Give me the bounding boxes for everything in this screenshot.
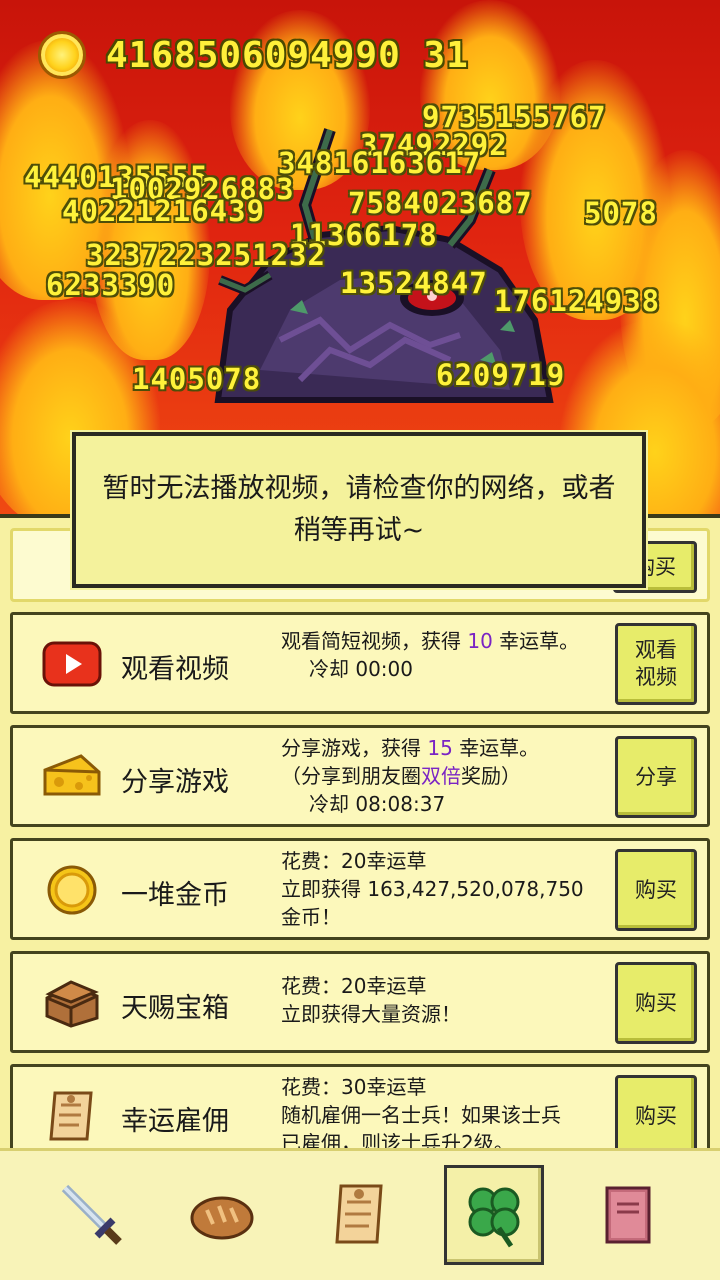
gold-amount: 4168506094990 31 [106, 34, 469, 76]
buy-hire-button[interactable]: 购买 [615, 1075, 697, 1154]
damage-number: 13524847 [340, 266, 488, 300]
damage-number: 40221216439 [62, 194, 266, 228]
desc-text: 幸运草。 [492, 629, 580, 653]
cost-text: 花费：20幸运草 [281, 974, 427, 998]
shop-item-watch-video: 观看视频 观看简短视频，获得 10 幸运草。 冷却 00:00 观看视频 [10, 612, 710, 714]
reward-amount: 10 [467, 629, 493, 653]
desc-text: 奖励） [461, 764, 521, 788]
reward-text: 立即获得大量资源！ [281, 1002, 461, 1026]
cost-text: 花费：20幸运草 [281, 849, 427, 873]
damage-number: 6209719 [436, 358, 566, 392]
book-icon [605, 1186, 651, 1244]
gold-counter: 4168506094990 31 [38, 30, 469, 80]
network-error-dialog[interactable]: 暂时无法播放视频，请检查你的网络，或者稍等再试~ [72, 432, 646, 588]
damage-number: 176124938 [494, 284, 661, 318]
shop-panel: 购买 观看视频 观看简短视频，获得 10 幸运草。 冷却 00:00 观看视频 … [0, 514, 720, 1154]
reward-text: 随机雇佣一名士兵！如果该士兵 [281, 1103, 561, 1127]
damage-number: 6233390 [46, 268, 176, 302]
damage-number: 7584023687 [348, 186, 533, 220]
dialog-message: 暂时无法播放视频，请检查你的网络，或者稍等再试~ [102, 473, 616, 546]
reward-amount: 15 [427, 736, 453, 760]
damage-number: 5078 [584, 196, 658, 230]
item-title: 分享游戏 [121, 767, 229, 798]
nav-tab-lucky-clover[interactable] [444, 1165, 544, 1265]
cooldown-text: 冷却 08:08:37 [309, 792, 446, 816]
nav-tab-hire[interactable] [310, 1165, 410, 1265]
cheese-icon [43, 754, 101, 796]
desc-text: 分享游戏，获得 [281, 736, 428, 760]
damage-number: 3237223251232 [86, 238, 326, 272]
bottom-nav [0, 1148, 720, 1280]
shop-item-lucky-hire: 幸运雇佣 花费：30幸运草 随机雇佣一名士兵！如果该士兵 已雇佣，则该士兵升2级… [10, 1064, 710, 1154]
item-title: 天赐宝箱 [121, 993, 229, 1024]
bread-icon [190, 1196, 254, 1240]
shop-item-gold-pile: 一堆金币 花费：20幸运草 立即获得 163,427,520,078,750 金… [10, 838, 710, 940]
buy-gold-button[interactable]: 购买 [615, 849, 697, 931]
item-description: 花费：20幸运草 立即获得 163,427,520,078,750 金币！ [281, 847, 621, 931]
item-title: 幸运雇佣 [121, 1106, 229, 1137]
gold-coin-icon [38, 31, 86, 79]
item-description: 观看简短视频，获得 10 幸运草。 冷却 00:00 [281, 627, 621, 683]
nav-tab-food[interactable] [172, 1165, 272, 1265]
desc-text: 幸运草。 [452, 736, 540, 760]
scroll-icon [335, 1184, 383, 1244]
treasure-chest-icon [45, 980, 99, 1028]
button-label: 观看视频 [635, 638, 677, 689]
video-play-icon [42, 641, 102, 687]
sword-icon [61, 1184, 122, 1245]
item-title: 观看视频 [121, 654, 229, 685]
shop-item-treasure-chest: 天赐宝箱 花费：20幸运草 立即获得大量资源！ 购买 [10, 951, 710, 1053]
item-title: 一堆金币 [121, 880, 229, 911]
cost-text: 花费：30幸运草 [281, 1075, 427, 1099]
reward-text: 立即获得 163,427,520,078,750 [281, 877, 584, 901]
item-description: 花费：30幸运草 随机雇佣一名士兵！如果该士兵 已雇佣，则该士兵升2级。 [281, 1073, 621, 1154]
gold-coin-icon [47, 865, 97, 915]
nav-tab-battle[interactable] [42, 1165, 142, 1265]
damage-number: 34816163617 [278, 146, 482, 180]
double-reward-text: 双倍 [421, 764, 461, 788]
share-button[interactable]: 分享 [615, 736, 697, 818]
cooldown-text: 冷却 00:00 [309, 657, 413, 681]
buy-chest-button[interactable]: 购买 [615, 962, 697, 1044]
desc-text: （分享到朋友圈 [281, 764, 421, 788]
reward-text: 金币！ [281, 905, 341, 929]
scroll-icon [49, 1091, 93, 1141]
watch-video-button[interactable]: 观看视频 [615, 623, 697, 705]
desc-text: 观看简短视频，获得 [281, 629, 468, 653]
damage-number: 1405078 [132, 362, 262, 396]
nav-tab-book[interactable] [578, 1165, 678, 1265]
shop-item-share-game: 分享游戏 分享游戏，获得 15 幸运草。 （分享到朋友圈双倍奖励） 冷却 08:… [10, 725, 710, 827]
clover-icon [468, 1187, 520, 1248]
item-description: 花费：20幸运草 立即获得大量资源！ [281, 972, 621, 1028]
item-description: 分享游戏，获得 15 幸运草。 （分享到朋友圈双倍奖励） 冷却 08:08:37 [281, 734, 621, 818]
